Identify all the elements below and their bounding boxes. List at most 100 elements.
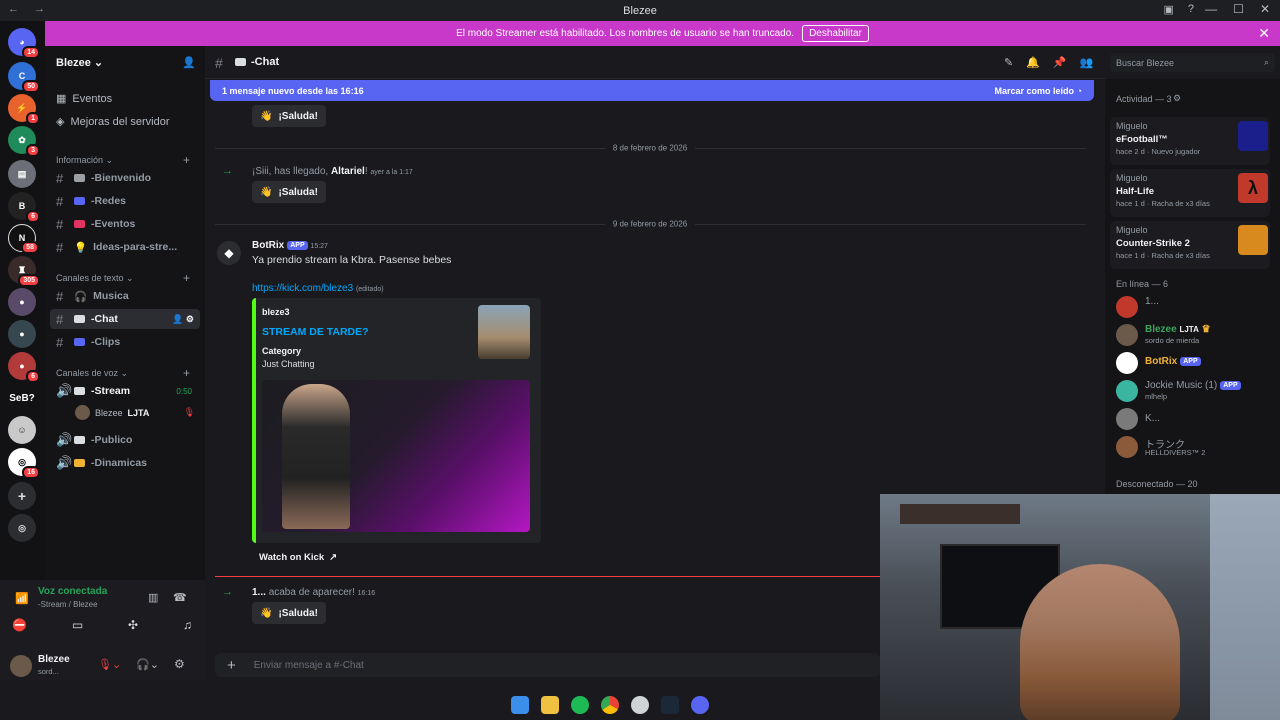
spotify-icon[interactable] <box>571 696 589 714</box>
embed-thumbnail[interactable] <box>478 305 530 359</box>
camera-off-icon[interactable]: ⛔ <box>12 618 27 632</box>
windows-start-icon[interactable] <box>511 696 529 714</box>
message-link[interactable]: https://kick.com/bleze3 <box>252 283 353 294</box>
category-voice[interactable]: Canales de voz ⌄ + <box>56 366 196 380</box>
direct-messages-icon[interactable]: ◕ 14 <box>8 28 40 59</box>
headphones-icon[interactable]: 🎧⌄ <box>136 658 159 671</box>
mark-read-button[interactable]: Marcar como leído ◔ <box>995 86 1082 96</box>
server-icon[interactable]: ♜ 305 <box>8 256 40 287</box>
discover-icon[interactable]: ◎ <box>8 514 36 542</box>
channel-clips[interactable]: # -Clips <box>50 332 200 352</box>
embed-title[interactable]: STREAM DE TARDE? <box>262 326 369 338</box>
maximize-button[interactable]: ☐ <box>1233 2 1244 16</box>
server-icon[interactable]: ⚡ 1 <box>8 94 40 125</box>
invite-icon[interactable]: 👤 <box>182 56 196 69</box>
minimize-button[interactable]: — <box>1205 2 1217 16</box>
channel-emoji <box>74 459 85 467</box>
steam-icon[interactable] <box>661 696 679 714</box>
server-name[interactable]: Blezee ⌄ <box>56 56 103 69</box>
disable-streamer-button[interactable]: Deshabilitar <box>802 25 869 42</box>
server-icon[interactable]: ● <box>8 288 36 316</box>
channel-redes[interactable]: # -Redes <box>50 191 200 211</box>
channel-eventos[interactable]: # -Eventos <box>50 214 200 234</box>
attach-plus-icon[interactable]: + <box>227 657 236 674</box>
server-icon[interactable]: ◎ 16 <box>8 448 40 479</box>
channel-bienvenido[interactable]: # -Bienvenido <box>50 168 200 188</box>
file-explorer-icon[interactable] <box>541 696 559 714</box>
member-row[interactable]: 1... <box>1116 296 1276 318</box>
activity-card[interactable]: Miguelo eFootball™ hace 2 d · Nuevo jugado… <box>1110 117 1270 165</box>
activities-icon[interactable]: ✣ <box>128 618 138 632</box>
channel-ideas[interactable]: # 💡 Ideas-para-stre... <box>50 237 200 257</box>
channel-chat[interactable]: # -Chat 👤 ⚙ <box>50 309 200 329</box>
server-icon[interactable]: B6 <box>8 192 40 223</box>
members-icon[interactable]: 👥 <box>1080 56 1094 69</box>
threads-icon[interactable]: ✎ <box>1004 56 1013 69</box>
message-input[interactable]: + Enviar mensaje a #-Chat <box>215 653 880 677</box>
channel-settings-icon[interactable]: 👤 ⚙ <box>172 314 200 325</box>
avatar[interactable] <box>10 655 32 677</box>
add-channel-icon[interactable]: + <box>183 271 190 285</box>
member-row[interactable]: Blezee LJTA ♛ sordo de mierda <box>1116 324 1276 346</box>
activity-user: Miguelo <box>1116 173 1148 183</box>
wave-button[interactable]: 👋 ¡Saluda! <box>252 105 326 127</box>
voice-channel-publico[interactable]: 🔊 -Publico <box>50 430 200 450</box>
botrix-avatar[interactable]: ◆ <box>217 241 241 265</box>
server-icon[interactable]: N 58 <box>8 224 39 254</box>
mic-muted-icon[interactable]: 🎙⌄ <box>98 658 121 671</box>
streamer-mode-banner: El modo Streamer está habilitado. Los no… <box>45 21 1280 46</box>
new-messages-bar[interactable]: 1 mensaje nuevo desde las 16:16 Marcar co… <box>210 80 1094 101</box>
embed-author[interactable]: bleze3 <box>262 307 290 317</box>
close-window-button[interactable]: ✕ <box>1260 2 1270 16</box>
server-icon[interactable]: ● 6 <box>8 352 40 383</box>
user-settings-icon[interactable]: ⚙ <box>174 657 185 671</box>
chrome-icon[interactable] <box>601 696 619 714</box>
nav-arrows-icon[interactable]: ← → <box>8 3 51 15</box>
voice-channel-dinamicas[interactable]: 🔊 -Dinamicas <box>50 453 200 473</box>
member-row[interactable]: K... <box>1116 408 1276 430</box>
server-icon[interactable]: ☺ <box>8 416 36 444</box>
category-text[interactable]: Canales de texto ⌄ + <box>56 271 196 285</box>
join-user[interactable]: Altariel <box>331 166 365 177</box>
pin-icon[interactable]: 📌 <box>1053 56 1067 69</box>
events-item[interactable]: ▦ Eventos <box>56 92 196 106</box>
activity-card[interactable]: Miguelo Half-Life hace 1 d · Racha de x3 d… <box>1110 169 1270 217</box>
add-channel-icon[interactable]: + <box>183 153 190 167</box>
search-input[interactable]: Buscar Blezee ⌕ <box>1110 53 1275 72</box>
watch-on-kick-button[interactable]: Watch on Kick ↗ <box>252 549 344 565</box>
wave-button[interactable]: 👋 ¡Saluda! <box>252 181 326 203</box>
voice-channel-stream[interactable]: 🔊 -Stream 0:50 <box>50 381 200 401</box>
member-row[interactable]: BotRix APP <box>1116 352 1276 374</box>
boosts-item[interactable]: ◈ Mejoras del servidor <box>56 115 196 129</box>
discord-icon[interactable] <box>691 696 709 714</box>
member-row[interactable]: トランク HELLDIVERS™ 2 <box>1116 436 1276 458</box>
add-channel-icon[interactable]: + <box>183 366 190 380</box>
bell-icon[interactable]: 🔔 <box>1026 56 1040 69</box>
external-link-icon: ↗ <box>329 551 338 563</box>
server-icon[interactable]: ▤ <box>8 160 36 188</box>
member-row[interactable]: Jockie Music (1) APP mlhelp <box>1116 380 1276 402</box>
signal-icon[interactable]: 📶 <box>15 592 29 605</box>
embed-image[interactable] <box>262 380 530 532</box>
server-icon[interactable]: SeB? <box>8 384 36 412</box>
screen-share-icon[interactable]: ▭ <box>72 618 83 632</box>
add-server-icon[interactable]: + <box>8 482 36 510</box>
help-icon[interactable]: ? <box>1188 3 1194 16</box>
inbox-icon[interactable]: ▣ <box>1163 3 1173 16</box>
author-name[interactable]: BotRix <box>252 240 284 251</box>
join-user[interactable]: 1... <box>252 587 266 598</box>
server-icon[interactable]: ✿ 3 <box>8 126 40 157</box>
soundboard-icon[interactable]: ♫ <box>183 618 192 632</box>
noise-icon[interactable]: ▥ <box>148 591 158 604</box>
category-info[interactable]: Información ⌄ + <box>56 153 196 167</box>
close-banner-icon[interactable]: ✕ <box>1258 25 1270 42</box>
activity-card[interactable]: Miguelo Counter-Strike 2 hace 1 d · Racha … <box>1110 221 1270 269</box>
voice-user[interactable]: Blezee LJTA 🎙 <box>75 405 195 420</box>
wave-button[interactable]: 👋 ¡Saluda! <box>252 602 326 624</box>
channel-musica[interactable]: # 🎧 Musica <box>50 286 200 306</box>
disconnect-icon[interactable]: ☎ <box>173 591 187 604</box>
server-icon[interactable]: C 50 <box>8 62 40 93</box>
server-icon[interactable]: ● <box>8 320 36 348</box>
settings-icon[interactable]: ⚙ <box>1173 93 1181 104</box>
obs-icon[interactable] <box>631 696 649 714</box>
